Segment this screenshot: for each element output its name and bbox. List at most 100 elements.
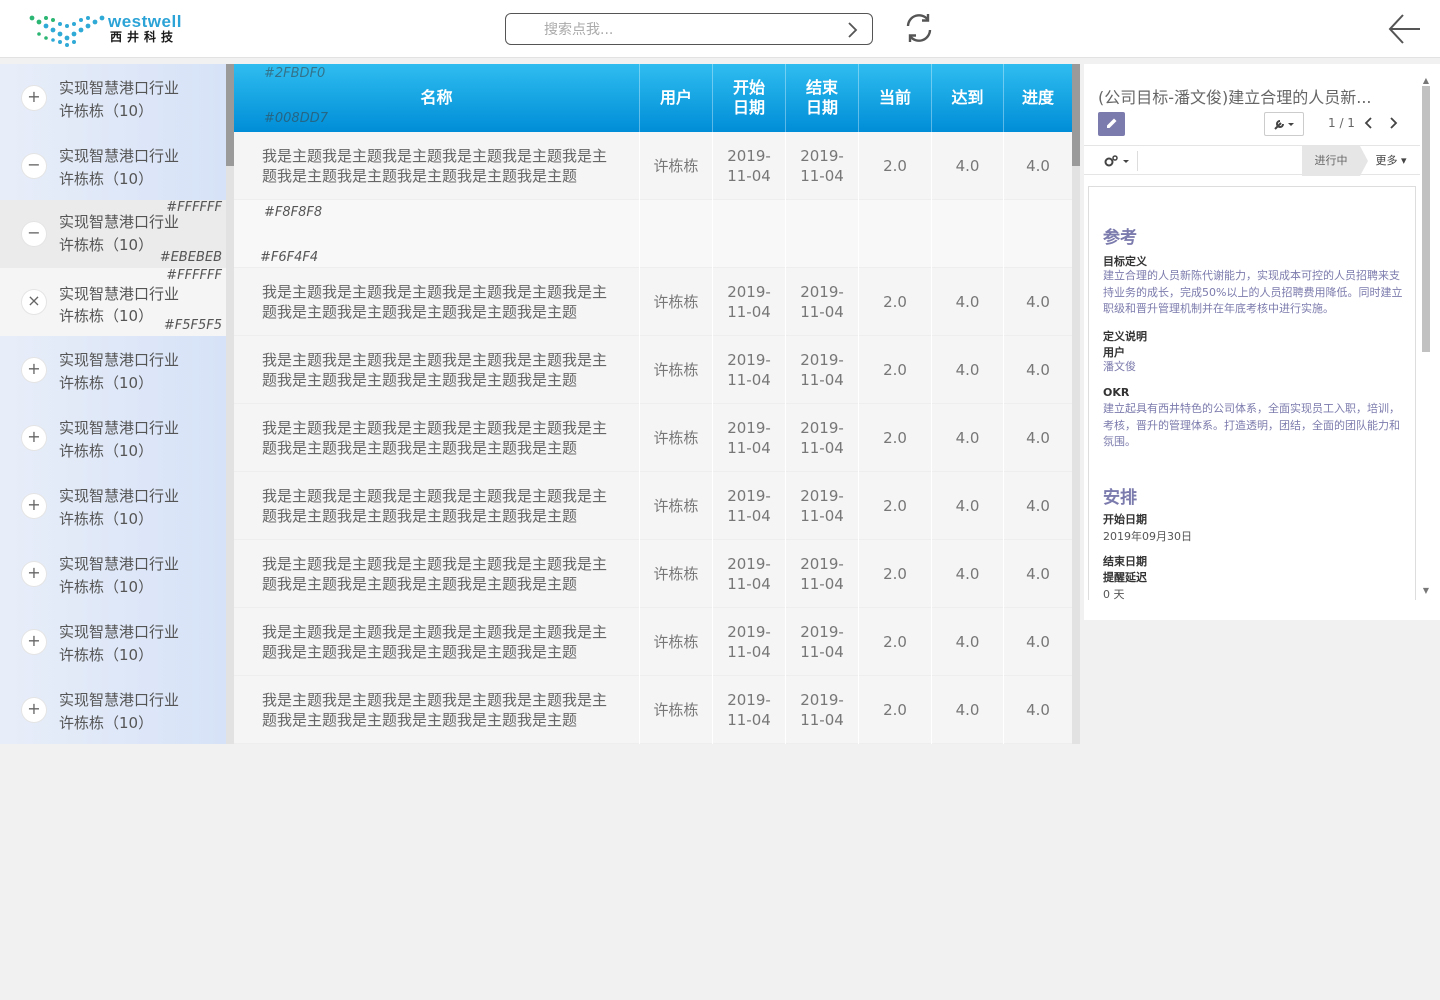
sidebar-item[interactable]: + 实现智慧港口行业 许栋栋（10） [0,64,226,132]
cell-current: 2.0 [859,472,932,540]
cell-end: 2019-11-04 [786,132,859,200]
color-note: #008DD7 [264,111,328,126]
table-header: #2FBDF0 名称 #008DD7 用户 开始 日期 结束 日期 当前 达到 … [234,64,1072,132]
cell-reach: 4.0 [932,404,1004,472]
search-input[interactable] [544,20,834,40]
sidebar-item[interactable]: + 实现智慧港口行业 许栋栋（10） [0,676,226,744]
table-row[interactable]: 我是主题我是主题我是主题我是主题我是主题我是主题我是主题我是主题我是主题我是主题… [234,540,1072,608]
stage-more-dropdown[interactable]: 更多 ▾ [1366,146,1416,176]
expand-button[interactable]: + [22,86,46,110]
table-row[interactable]: 我是主题我是主题我是主题我是主题我是主题我是主题我是主题我是主题我是主题我是主题… [234,608,1072,676]
column-header-end-date[interactable]: 结束 日期 [786,64,859,132]
cell-end: 2019-11-04 [786,676,859,744]
cell-name: 我是主题我是主题我是主题我是主题我是主题我是主题我是主题我是主题我是主题我是主题… [234,676,640,744]
cell-end: 2019-11-04 [786,608,859,676]
tools-dropdown[interactable] [1264,112,1304,136]
cell-start: 2019-11-04 [713,336,786,404]
column-header-reach[interactable]: 达到 [932,64,1004,132]
sidebar-item-title: 实现智慧港口行业 [59,419,180,437]
chevron-left-icon[interactable] [1362,114,1376,132]
cell-end: 2019-11-04 [786,540,859,608]
pencil-icon [1107,118,1117,128]
sidebar-item-owner: 许栋栋（10） [59,307,154,325]
sidebar-item[interactable]: − 实现智慧港口行业 许栋栋（10） [0,132,226,200]
table-scrollbar-thumb[interactable] [1072,64,1080,166]
column-header-current[interactable]: 当前 [859,64,932,132]
goals-table: #2FBDF0 名称 #008DD7 用户 开始 日期 结束 日期 当前 达到 … [234,64,1072,744]
cell-end: 2019-11-04 [786,472,859,540]
field-label-start-date: 开始日期 [1103,513,1147,526]
sidebar-item[interactable]: + 实现智慧港口行业 许栋栋（10） [0,540,226,608]
collapse-button[interactable]: − [22,154,46,178]
sidebar-item-title: 实现智慧港口行业 [59,213,180,231]
westwell-logo[interactable]: westwell 西井科技 [28,12,188,48]
cell-name: 我是主题我是主题我是主题我是主题我是主题我是主题我是主题我是主题我是主题我是主题… [234,540,640,608]
expand-button[interactable]: + [22,630,46,654]
table-row[interactable]: 我是主题我是主题我是主题我是主题我是主题我是主题我是主题我是主题我是主题我是主题… [234,404,1072,472]
expand-button[interactable]: + [22,426,46,450]
section-heading-plan: 安排 [1103,488,1137,508]
sidebar-item-title: 实现智慧港口行业 [59,487,180,505]
close-button[interactable]: × [22,290,46,314]
column-header-start-date[interactable]: 开始 日期 [713,64,786,132]
sidebar-item[interactable]: #FFFFFF − 实现智慧港口行业 许栋栋（10） #EBEBEB [0,200,226,268]
cell-reach: 4.0 [932,132,1004,200]
table-row[interactable]: 我是主题我是主题我是主题我是主题我是主题我是主题我是主题我是主题我是主题我是主题… [234,472,1072,540]
column-header-label: 进度 [1021,88,1054,107]
gears-icon [1104,155,1129,167]
sidebar-scrollbar[interactable] [226,64,234,744]
section-heading-reference: 参考 [1103,228,1137,248]
table-row[interactable]: 我是主题我是主题我是主题我是主题我是主题我是主题我是主题我是主题我是主题我是主题… [234,676,1072,744]
column-header-label: 名称 [420,88,453,107]
table-row[interactable]: 我是主题我是主题我是主题我是主题我是主题我是主题我是主题我是主题我是主题我是主题… [234,132,1072,200]
field-label-goal: 目标定义 [1103,255,1147,268]
sidebar-item[interactable]: + 实现智慧港口行业 许栋栋（10） [0,608,226,676]
search-box[interactable] [505,13,873,45]
field-value-user[interactable]: 潘文俊 [1103,359,1403,376]
actions-dropdown[interactable] [1098,151,1138,171]
sidebar-item-title: 实现智慧港口行业 [59,555,180,573]
expand-button[interactable]: + [22,562,46,586]
sidebar: + 实现智慧港口行业 许栋栋（10） − 实现智慧港口行业 许栋栋（10） #F… [0,64,226,744]
table-row[interactable]: 我是主题我是主题我是主题我是主题我是主题我是主题我是主题我是主题我是主题我是主题… [234,268,1072,336]
cell-progress: 4.0 [1026,497,1050,515]
panel-scrollbar-thumb[interactable] [1422,86,1430,352]
cell-reach [932,200,1004,268]
expand-button[interactable]: + [22,698,46,722]
refresh-icon[interactable] [901,10,937,46]
table-scrollbar[interactable] [1072,64,1080,744]
expand-button[interactable]: + [22,494,46,518]
sidebar-item[interactable]: + 实现智慧港口行业 许栋栋（10） [0,472,226,540]
form-sheet: 参考 目标定义 建立合理的人员新陈代谢能力，实现成本可控的人员招聘来支持业务的成… [1088,186,1416,600]
chevron-right-icon[interactable] [842,20,862,40]
expand-button[interactable]: + [22,358,46,382]
cell-user: 许栋栋 [640,132,713,200]
column-header-user[interactable]: 用户 [640,64,713,132]
edit-button[interactable] [1098,112,1125,136]
sidebar-scrollbar-thumb[interactable] [226,64,234,166]
sidebar-item-owner: 许栋栋（10） [59,170,154,188]
scroll-down-icon[interactable]: ▼ [1420,586,1432,596]
collapse-button[interactable]: − [22,222,46,246]
field-label-okr: OKR [1103,386,1130,399]
sidebar-item-title: 实现智慧港口行业 [59,285,180,303]
sidebar-item[interactable]: + 实现智慧港口行业 许栋栋（10） [0,404,226,472]
sidebar-item-owner: 许栋栋（10） [59,578,154,596]
panel-scrollbar[interactable] [1420,74,1432,600]
chevron-right-icon[interactable] [1386,114,1400,132]
column-header-label: 开始 [732,78,765,97]
column-header-progress[interactable]: 进度 [1004,64,1072,132]
cell-user: 许栋栋 [640,540,713,608]
cell-progress [1004,200,1072,268]
cell-start [713,200,786,268]
stage-in-progress[interactable]: 进行中 [1302,146,1360,176]
cell-user: 许栋栋 [640,676,713,744]
sidebar-item[interactable]: + 实现智慧港口行业 许栋栋（10） [0,336,226,404]
status-bar: 进行中 更多 ▾ [1084,145,1420,176]
cell-end [786,200,859,268]
cell-current: 2.0 [859,676,932,744]
cell-start: 2019-11-04 [713,676,786,744]
table-row[interactable]: 我是主题我是主题我是主题我是主题我是主题我是主题我是主题我是主题我是主题我是主题… [234,336,1072,404]
sidebar-item[interactable]: #FFFFFF × 实现智慧港口行业 许栋栋（10） #F5F5F5 [0,268,226,336]
arrow-left-icon[interactable] [1386,12,1422,46]
